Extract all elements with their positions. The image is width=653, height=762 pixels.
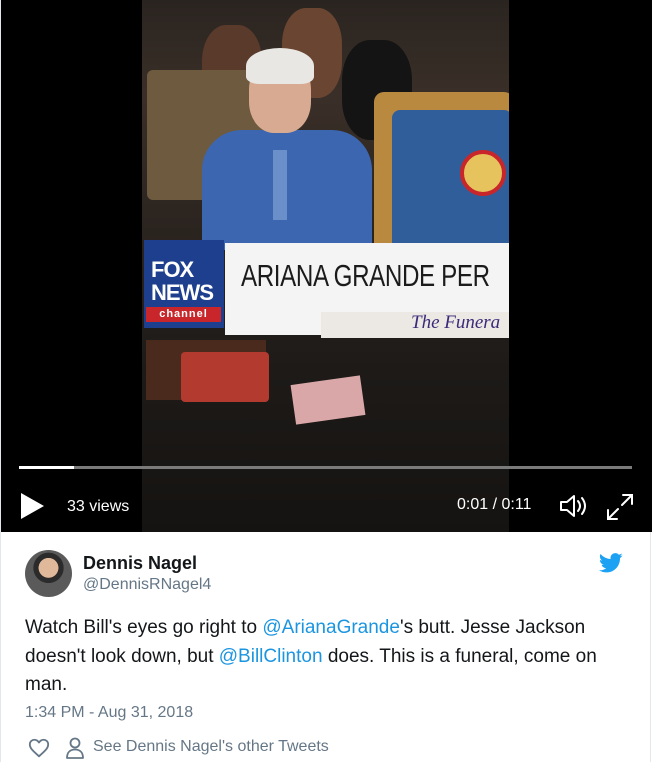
person-suit	[202, 130, 372, 250]
heart-icon[interactable]	[28, 737, 50, 759]
news-headline: ARIANA GRANDE PER	[241, 258, 490, 293]
twitter-bird-icon[interactable]	[599, 552, 623, 574]
play-icon[interactable]	[19, 492, 45, 520]
foreground-object	[181, 352, 269, 402]
person-tie	[273, 150, 287, 220]
author-display-name[interactable]: Dennis Nagel	[83, 553, 197, 574]
video-progress-fill	[19, 466, 75, 469]
tweet-text-part: Watch Bill's eyes go right to	[25, 617, 263, 638]
chair-emblem	[460, 150, 506, 196]
view-count: 33 views	[67, 498, 130, 515]
network-logo-line3: channel	[146, 307, 221, 322]
embedded-tweet-card: ARIANA GRANDE PER The Funera FOX NEWS ch…	[0, 0, 652, 762]
news-subheadline: The Funera	[411, 312, 501, 333]
fullscreen-icon[interactable]	[605, 492, 635, 522]
tweet-text: Watch Bill's eyes go right to @ArianaGra…	[25, 614, 625, 700]
video-progress-bar[interactable]	[19, 466, 632, 469]
mention-link-billclinton[interactable]: @BillClinton	[219, 646, 323, 667]
avatar[interactable]	[25, 550, 72, 597]
video-time: 0:01 / 0:11	[457, 496, 532, 513]
network-logo-line2: NEWS	[151, 280, 214, 305]
mention-link-arianagrande[interactable]: @ArianaGrande	[262, 617, 400, 638]
volume-icon[interactable]	[557, 490, 589, 522]
tweet-timestamp[interactable]: 1:34 PM - Aug 31, 2018	[25, 704, 193, 722]
other-tweets-link[interactable]: See Dennis Nagel's other Tweets	[93, 738, 329, 756]
author-handle[interactable]: @DennisRNagel4	[83, 576, 211, 594]
person-icon	[66, 737, 84, 759]
video-player[interactable]: ARIANA GRANDE PER The Funera FOX NEWS ch…	[1, 0, 652, 532]
person-hair	[246, 48, 314, 84]
